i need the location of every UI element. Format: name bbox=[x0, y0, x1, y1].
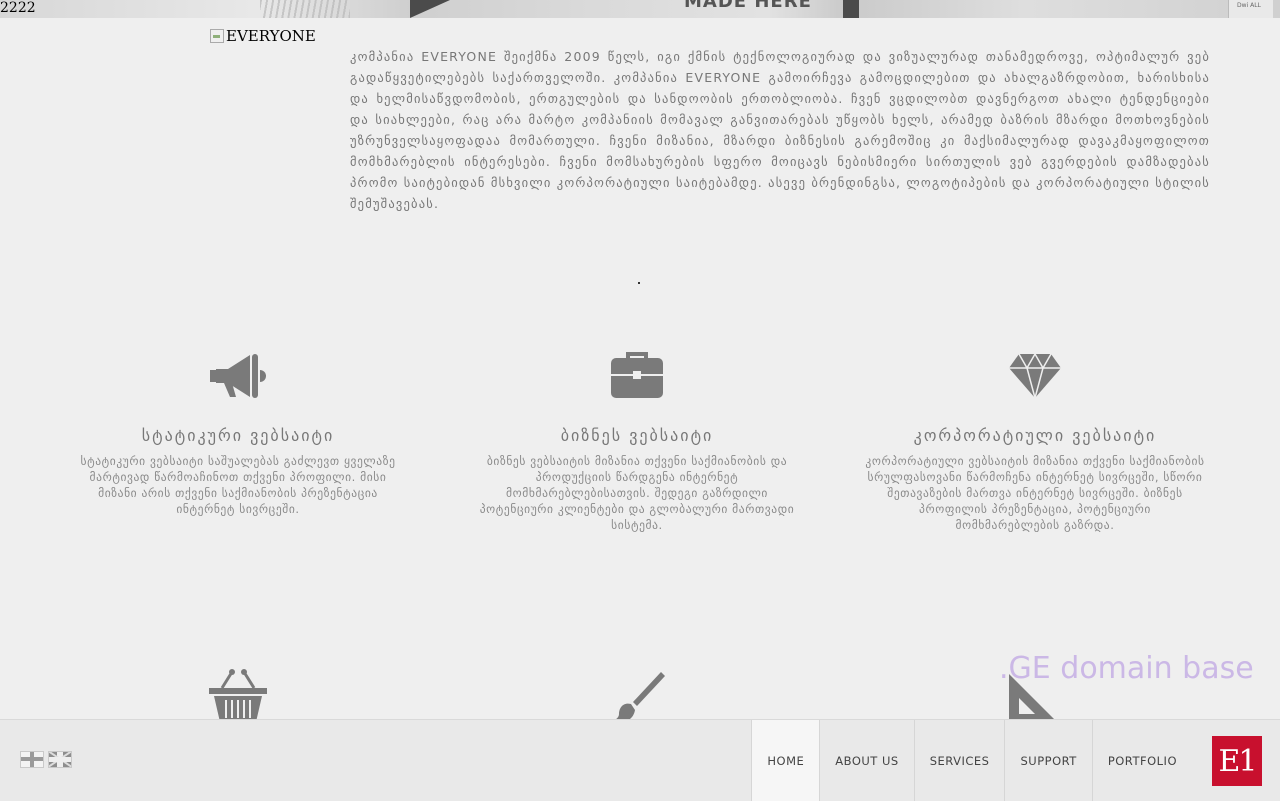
service-card-static[interactable]: სტატიკური ვებსაიტი სტატიკური ვებსაიტი სა… bbox=[68, 346, 408, 517]
main-nav: HOME ABOUT US SERVICES SUPPORT PORTFOLIO bbox=[751, 720, 1192, 801]
nav-portfolio[interactable]: PORTFOLIO bbox=[1091, 720, 1192, 801]
service-desc-corporate: კორპორატიული ვებსაიტის მიზანია თქვენი სა… bbox=[865, 454, 1205, 532]
brush-icon bbox=[467, 666, 807, 726]
service-title-corporate: კორპორატიული ვებსაიტი bbox=[913, 426, 1157, 445]
service-title-business: ბიზნეს ვებსაიტი bbox=[560, 426, 714, 445]
hero-side-card: Dwi ALL bbox=[1228, 0, 1273, 18]
service-desc-business: ბიზნეს ვებსაიტის მიზანია თქვენი საქმიანო… bbox=[479, 454, 795, 532]
broken-image-icon bbox=[210, 29, 224, 43]
nav-about-us[interactable]: ABOUT US bbox=[819, 720, 913, 801]
footer-nav-bar: HOME ABOUT US SERVICES SUPPORT PORTFOLIO… bbox=[0, 719, 1280, 801]
hero-banner: MADE HERE Dwi ALL bbox=[0, 0, 1280, 18]
intro-paragraph: კომპანია EVERYONE შეიქმნა 2009 წელს, იგი… bbox=[350, 49, 1210, 211]
english-flag-icon[interactable] bbox=[48, 751, 72, 768]
nav-services[interactable]: SERVICES bbox=[913, 720, 1005, 801]
diamond-icon bbox=[865, 346, 1205, 406]
separator-dot bbox=[638, 282, 640, 284]
debug-text: 2222 bbox=[0, 0, 36, 16]
domain-watermark: .GE domain base bbox=[999, 651, 1254, 686]
hero-bar-graphic bbox=[843, 0, 859, 18]
service-title-static: სტატიკური ვებსაიტი bbox=[141, 426, 335, 445]
service-card-ecommerce[interactable] bbox=[68, 666, 408, 726]
service-card-business[interactable]: ბიზნეს ვებსაიტი ბიზნეს ვებსაიტის მიზანია… bbox=[467, 346, 807, 533]
service-desc-static: სტატიკური ვებსაიტი საშუალებას გაძლევთ ყვ… bbox=[80, 454, 396, 516]
briefcase-icon bbox=[467, 346, 807, 406]
service-card-corporate[interactable]: კორპორატიული ვებსაიტი კორპორატიული ვებსა… bbox=[865, 346, 1205, 533]
basket-icon bbox=[68, 666, 408, 726]
company-logo-alt: EVERYONE bbox=[226, 27, 316, 45]
language-switcher bbox=[20, 751, 72, 768]
hero-banner-text: MADE HERE bbox=[684, 0, 812, 12]
brand-logo[interactable]: E1 bbox=[1212, 736, 1262, 786]
hero-side-card-text: Dwi ALL bbox=[1237, 2, 1261, 9]
company-logo[interactable]: EVERYONE bbox=[210, 27, 316, 45]
nav-support[interactable]: SUPPORT bbox=[1004, 720, 1091, 801]
georgian-flag-icon[interactable] bbox=[20, 751, 44, 768]
megaphone-icon bbox=[68, 346, 408, 406]
hero-grass-graphic bbox=[260, 0, 350, 18]
hero-wedge-graphic bbox=[410, 0, 450, 18]
nav-home[interactable]: HOME bbox=[751, 720, 820, 801]
service-card-design[interactable] bbox=[467, 666, 807, 726]
